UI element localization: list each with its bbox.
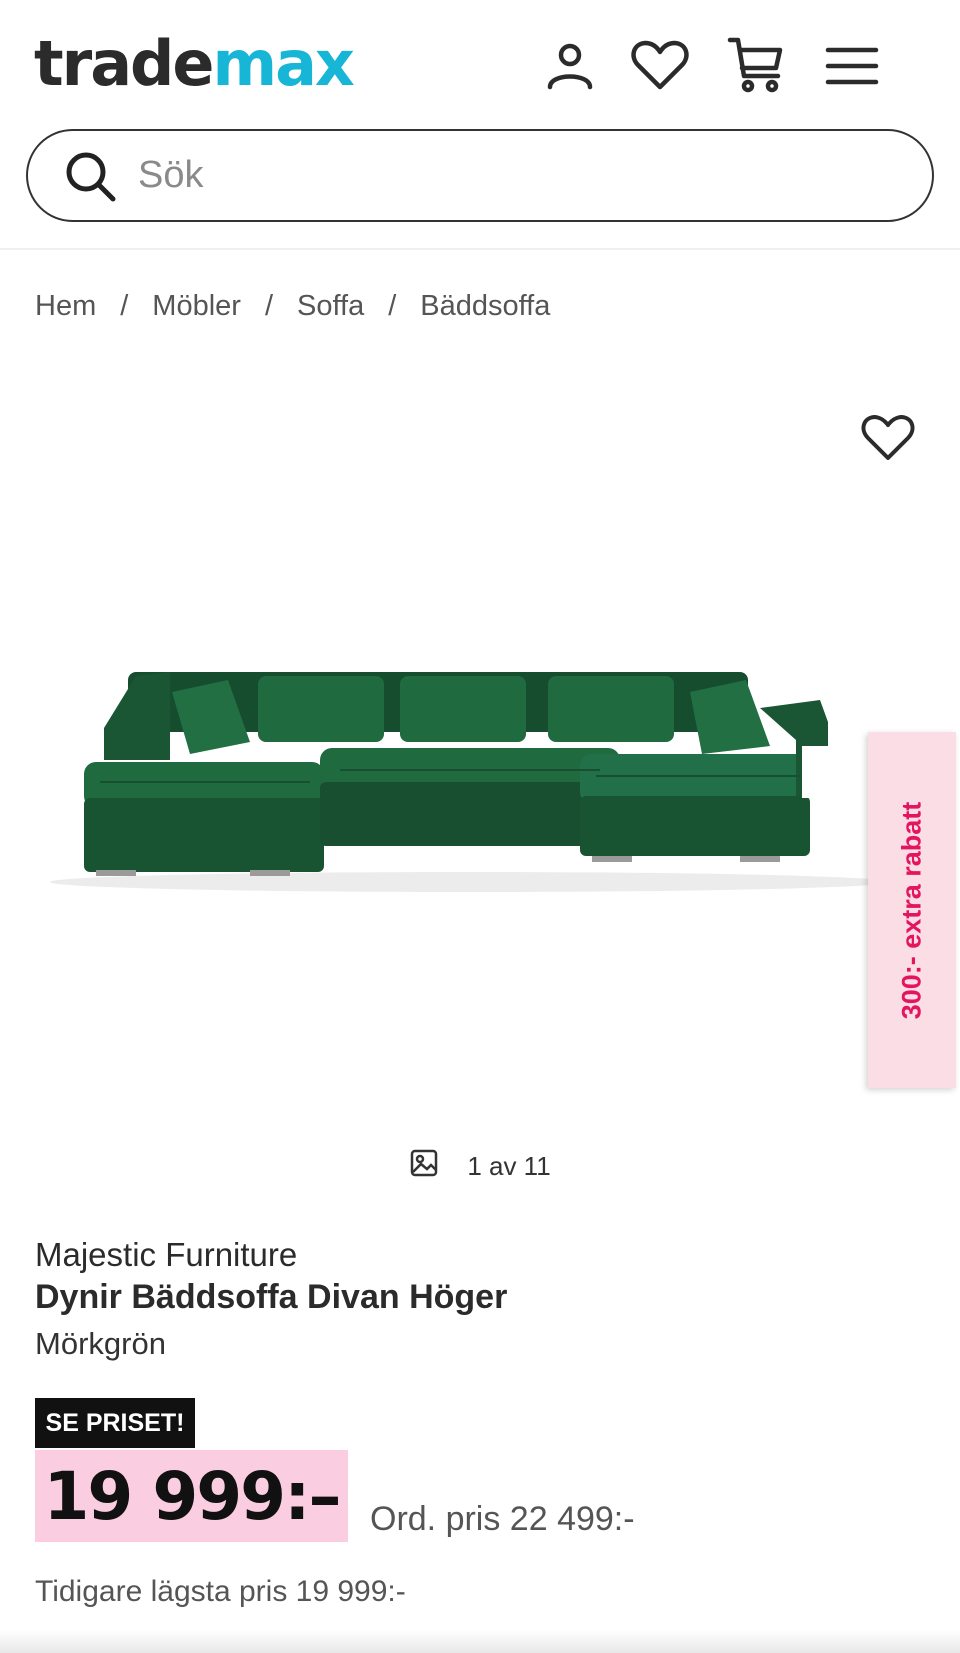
breadcrumb-item-soffa[interactable]: Soffa xyxy=(297,290,364,323)
logo-text-trade: trade xyxy=(34,27,214,100)
search-icon xyxy=(62,148,118,204)
product-title: Dynir Bäddsoffa Divan Höger xyxy=(35,1278,508,1316)
lowest-previous-price: Tidigare lägsta pris 19 999:- xyxy=(35,1575,406,1608)
product-brand[interactable]: Majestic Furniture xyxy=(35,1236,297,1274)
site-header: trademax xyxy=(0,0,960,250)
price-badge: SE PRISET! xyxy=(35,1398,195,1448)
page-bottom-edge xyxy=(0,1630,960,1653)
breadcrumb-item-baddsoffa[interactable]: Bäddsoffa xyxy=(420,290,550,323)
breadcrumb: Hem / Möbler / Soffa / Bäddsoffa xyxy=(35,290,550,323)
breadcrumb-separator: / xyxy=(264,290,274,322)
account-button[interactable] xyxy=(538,36,602,100)
product-variant: Mörkgrön xyxy=(35,1326,166,1361)
search-bar[interactable] xyxy=(26,129,934,222)
user-icon xyxy=(545,39,595,98)
breadcrumb-item-mobler[interactable]: Möbler xyxy=(152,290,241,323)
add-to-wishlist-button[interactable] xyxy=(860,413,920,469)
wishlist-button[interactable] xyxy=(628,36,692,100)
current-price: 19 999:– xyxy=(35,1450,348,1542)
breadcrumb-separator: / xyxy=(120,290,129,322)
cart-icon xyxy=(726,36,786,101)
menu-icon xyxy=(824,44,880,93)
search-input[interactable] xyxy=(138,154,858,197)
ordinary-price: Ord. pris 22 499:- xyxy=(370,1500,635,1538)
menu-button[interactable] xyxy=(820,36,884,100)
sofa-product-image xyxy=(50,672,890,892)
extra-discount-text: 300:- extra rabatt xyxy=(896,801,927,1019)
heart-icon xyxy=(860,415,916,467)
trademax-logo[interactable]: trademax xyxy=(34,24,355,104)
image-counter: 1 av 11 xyxy=(0,1148,960,1185)
breadcrumb-separator: / xyxy=(388,290,397,322)
extra-discount-tab[interactable]: 300:- extra rabatt xyxy=(868,732,956,1088)
image-counter-text: 1 av 11 xyxy=(467,1151,551,1181)
logo-text-max: max xyxy=(212,27,354,100)
heart-icon xyxy=(630,39,690,98)
breadcrumb-item-hem[interactable]: Hem xyxy=(35,290,96,323)
image-icon xyxy=(409,1148,439,1185)
cart-button[interactable] xyxy=(724,36,788,100)
